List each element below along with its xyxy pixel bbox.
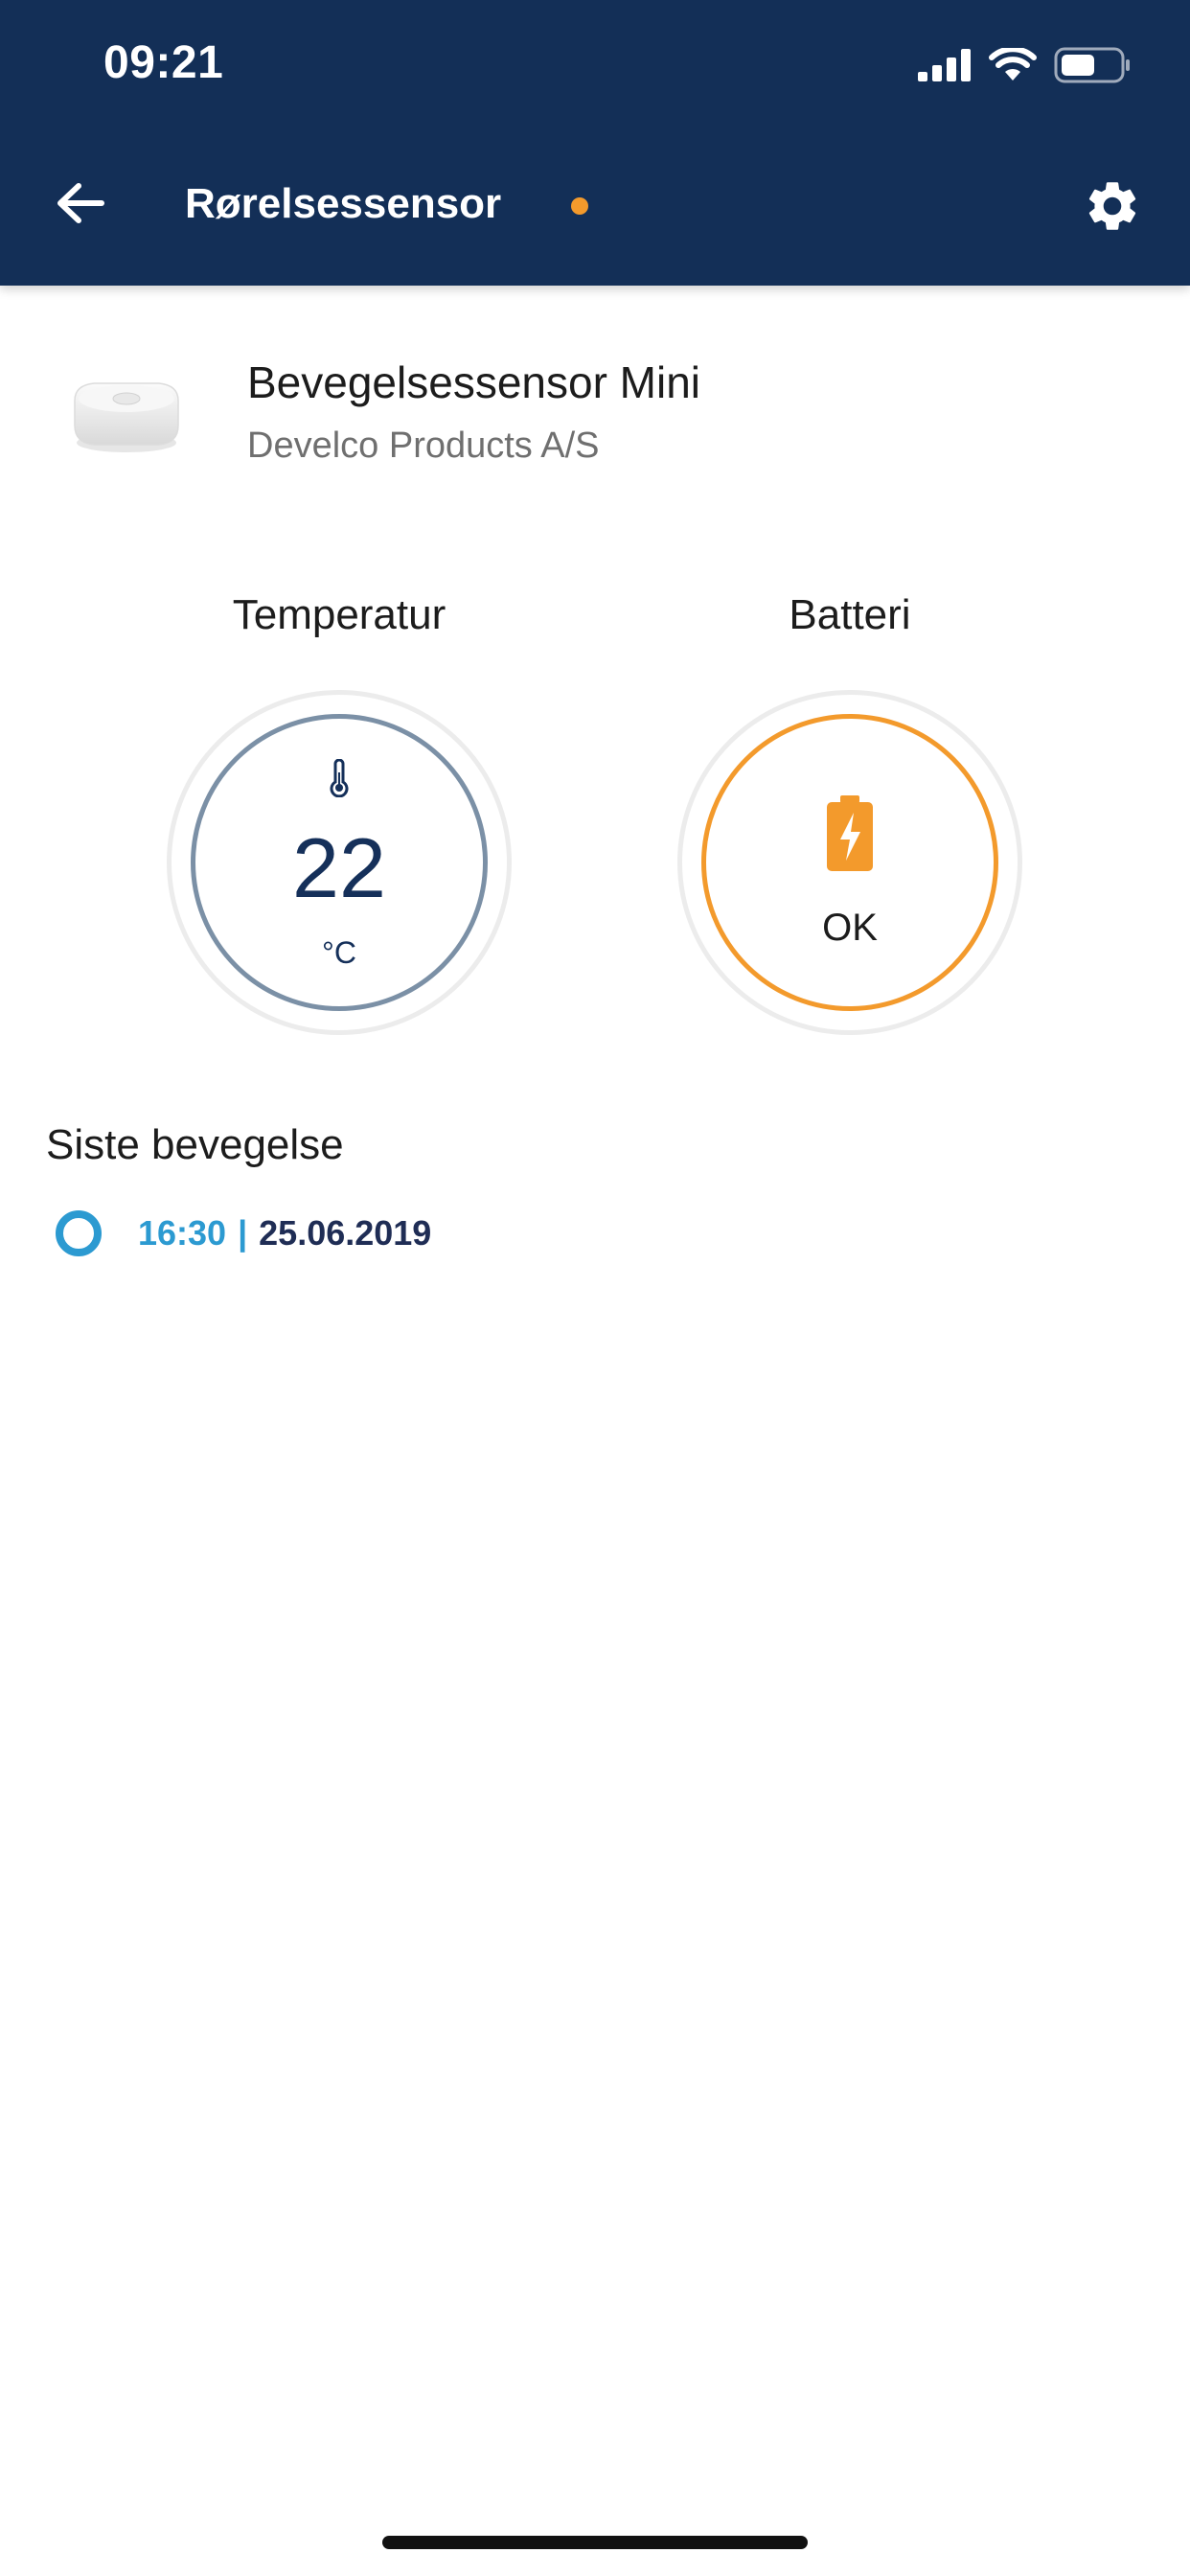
thermometer-icon (330, 759, 349, 797)
temperature-unit: °C (322, 935, 356, 970)
wifi-icon (989, 48, 1037, 80)
battery-status-value: OK (822, 907, 878, 949)
battery-charging-icon (827, 795, 873, 871)
movement-indicator-dot (56, 1210, 102, 1256)
status-dot (571, 197, 588, 215)
battery-inner-ring: OK (701, 714, 998, 1011)
battery-title: Batteri (789, 591, 911, 638)
last-movement-entry: 16:30 | 25.06.2019 (56, 1209, 431, 1257)
battery-ring: OK (677, 690, 1022, 1035)
temperature-ring: 22 °C (167, 690, 512, 1035)
movement-date: 25.06.2019 (259, 1213, 432, 1253)
temperature-value: 22 (292, 820, 386, 915)
temperature-gauge: Temperatur 22 °C (167, 588, 512, 1035)
movement-separator: | (238, 1213, 248, 1253)
arrow-left-icon (57, 183, 104, 223)
page-title: Rørelsessensor (185, 180, 502, 227)
app-header: 09:21 Rørelsessensor (0, 0, 1190, 286)
signal-icon (918, 49, 971, 81)
battery-gauge: Batteri OK (677, 588, 1022, 1035)
last-movement-title: Siste bevegelse (46, 1121, 344, 1168)
home-indicator[interactable] (382, 2536, 808, 2549)
movement-time: 16:30 (138, 1213, 227, 1253)
settings-button[interactable] (1081, 174, 1144, 238)
status-bar-time: 09:21 (103, 37, 224, 88)
gear-icon (1088, 182, 1136, 230)
device-name: Bevegelsessensor Mini (247, 357, 701, 407)
status-bar-icons (918, 42, 1131, 88)
device-manufacturer: Develco Products A/S (247, 426, 600, 466)
motion-sensor-device-image (74, 382, 179, 452)
battery-status-icon (1054, 47, 1130, 83)
temperature-inner-ring: 22 °C (191, 714, 488, 1011)
temperature-title: Temperatur (232, 591, 446, 638)
back-button[interactable] (50, 172, 111, 234)
